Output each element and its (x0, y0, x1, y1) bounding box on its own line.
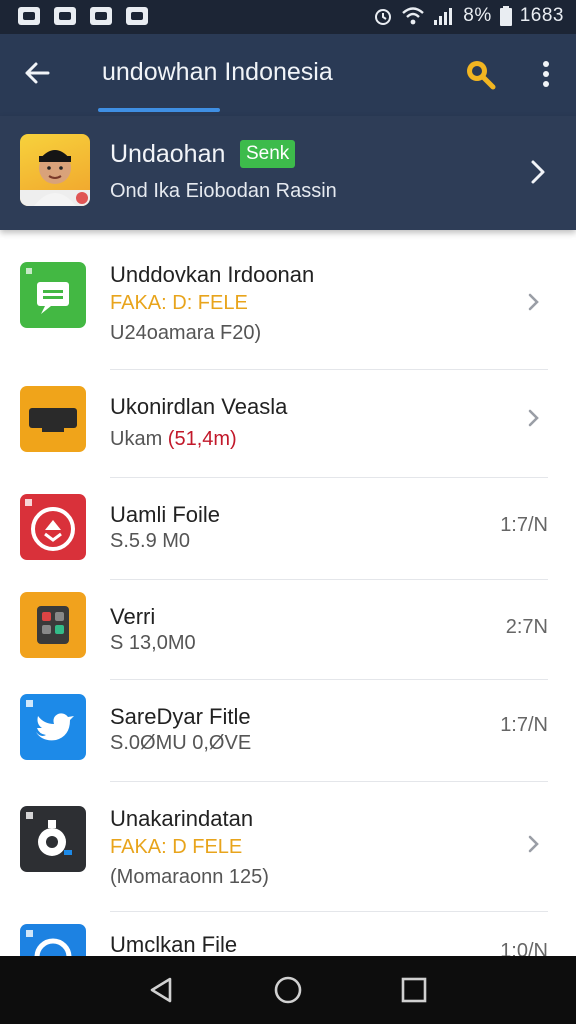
list-item[interactable]: Verri S 13,0M0 2:7N (0, 580, 576, 680)
camera-icon (20, 806, 86, 872)
item-detail-text: Ukam (110, 428, 163, 450)
chevron-right-icon (528, 409, 539, 427)
item-meta: 1:0/N (500, 940, 548, 956)
status-notification-icons (18, 7, 148, 25)
battery-percent: 8% (463, 5, 492, 26)
alarm-icon (375, 9, 392, 25)
profile-name: Undaohan (110, 140, 226, 168)
item-detail: S 13,0M0 (110, 632, 196, 654)
item-status: FAKA: D FELE (110, 836, 243, 858)
status-badge: Senk (240, 140, 296, 168)
item-detail: Ukam (51,4m) (110, 428, 237, 451)
chevron-right-icon (528, 293, 539, 311)
bag-icon (126, 7, 148, 25)
clock: 1683 (519, 5, 564, 26)
app-title: undowhan Indonesia (102, 58, 333, 86)
item-title: SareDyar Fitle (110, 704, 251, 729)
more-options-icon[interactable] (534, 56, 558, 92)
notification-icon (18, 7, 40, 25)
title-tab-indicator (98, 108, 220, 112)
item-meta: 2:7N (505, 616, 548, 638)
blue-app-icon (20, 924, 86, 956)
chevron-right-icon (528, 835, 539, 853)
nav-recents-icon[interactable] (398, 974, 430, 1006)
item-detail: (Momaraonn 125) (110, 866, 269, 888)
status-bar: 8% 1683 (0, 0, 576, 34)
item-title: Uamli Foile (110, 502, 221, 527)
profile-card[interactable]: Undaohan Senk Ond Ika Eiobodan Rassin (0, 116, 576, 230)
item-title: Verri (110, 604, 156, 629)
item-size: (51,4m) (167, 428, 237, 450)
item-detail: U24oamara F20) (110, 322, 262, 344)
item-meta: 1:7/N (500, 714, 548, 736)
item-title: Ukonirdlan Veasla (110, 394, 288, 419)
list-item[interactable]: Ukonirdlan Veasla Ukam (51,4m) (0, 370, 576, 478)
item-detail: S.0ØMU 0,ØVE (110, 732, 252, 754)
avatar-person-icon (20, 150, 90, 206)
search-icon[interactable] (462, 56, 498, 92)
list-item[interactable]: SareDyar Fitle S.0ØMU 0,ØVE 1:7/N (0, 680, 576, 782)
file-icon (90, 7, 112, 25)
item-title: Unddovkan Irdoonan (110, 262, 315, 287)
navigation-bar (0, 956, 576, 1024)
back-arrow-icon[interactable] (20, 56, 54, 90)
status-system-icons: 8% 1683 (373, 5, 564, 27)
item-status: FAKA: D: FELE (110, 292, 248, 314)
download-badge-icon (20, 494, 86, 560)
calculator-icon (20, 592, 86, 658)
app-bar: undowhan Indonesia (0, 34, 576, 116)
list-item[interactable]: Umclkan File 1:0/N (0, 912, 576, 956)
item-title: Umclkan File (110, 932, 238, 956)
phone-screen: 8% 1683 undowhan Indonesia Undaohan Senk… (0, 0, 576, 1024)
avatar (20, 134, 90, 206)
twitter-bird-icon (20, 694, 86, 760)
tv-icon (20, 386, 86, 452)
wifi-icon (402, 7, 425, 25)
chat-icon (20, 262, 86, 328)
signal-icon (434, 8, 453, 25)
profile-subtitle: Ond Ika Eiobodan Rassin (110, 180, 337, 202)
chevron-right-icon (531, 160, 545, 184)
nav-back-icon[interactable] (146, 974, 178, 1006)
item-title: Unakarindatan (110, 806, 254, 831)
item-detail: S.5.9 M0 (110, 530, 191, 552)
list-item[interactable]: Unakarindatan FAKA: D FELE (Momaraonn 12… (0, 782, 576, 912)
gallery-icon (54, 7, 76, 25)
nav-home-icon[interactable] (272, 974, 304, 1006)
item-meta: 1:7/N (500, 514, 548, 536)
battery-icon (499, 6, 512, 26)
list-item[interactable]: Unddovkan Irdoonan FAKA: D: FELE U24oama… (0, 230, 576, 370)
list-item[interactable]: Uamli Foile S.5.9 M0 1:7/N (0, 478, 576, 580)
